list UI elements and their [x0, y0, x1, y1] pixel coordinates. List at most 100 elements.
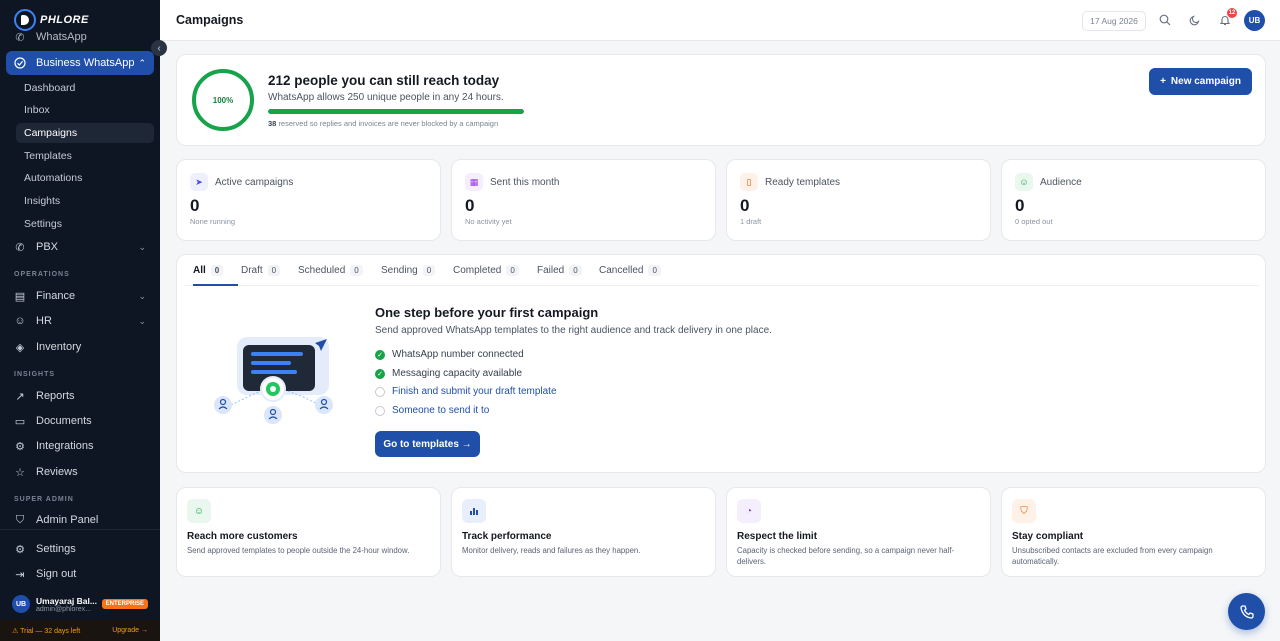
checklist-item-todo[interactable]: Someone to send it to [375, 405, 489, 416]
sidebar-item-business-whatsapp[interactable]: Business WhatsApp ⌃ [6, 51, 154, 75]
plug-icon: ⚙ [15, 440, 25, 453]
stat-value: 0 [190, 196, 200, 215]
calendar-icon: ▦ [465, 173, 483, 191]
tab-count: 0 [350, 265, 363, 276]
tab-scheduled[interactable]: Scheduled 0 [298, 265, 363, 276]
active-tab-indicator [193, 284, 238, 286]
phone-icon: ✆ [15, 241, 25, 254]
sidebar-subitem-insights[interactable]: Insights [16, 191, 154, 211]
tab-label: Completed [453, 265, 502, 276]
send-icon: ➤ [190, 173, 208, 191]
check-icon: ✓ [375, 349, 385, 360]
sidebar-item-sign-out[interactable]: ⇥ Sign out [6, 562, 154, 586]
sign-out-icon: ⇥ [15, 568, 25, 581]
gear-icon: ⚙ [15, 543, 25, 556]
box-icon: ◈ [15, 341, 25, 354]
users-icon: ☺ [14, 315, 26, 327]
folder-icon: ▭ [14, 415, 26, 428]
sidebar-subitem-campaigns[interactable]: Campaigns [16, 123, 154, 143]
top-header: Campaigns 17 Aug 2026 12 UB [160, 0, 1280, 41]
checklist-item-done: ✓ WhatsApp number connected [375, 349, 524, 360]
users-icon: ☺ [187, 499, 211, 523]
bookmark-icon: ▯ [740, 173, 758, 191]
sidebar-item-label: HR [36, 315, 52, 327]
tip-text: Unsubscribed contacts are excluded from … [1012, 546, 1213, 566]
sidebar-subitem-dashboard[interactable]: Dashboard [16, 78, 154, 98]
sidebar-item-inventory[interactable]: ◈ Inventory [6, 335, 154, 359]
chevron-up-icon: ⌃ [138, 57, 146, 68]
collapse-sidebar-button[interactable]: ‹ [151, 40, 167, 56]
user-email: admin@phlorex... [36, 605, 91, 613]
capacity-percent: 100% [212, 95, 234, 105]
search-icon[interactable] [1157, 12, 1173, 28]
date-display[interactable]: 17 Aug 2026 [1082, 11, 1146, 31]
sidebar-item-settings[interactable]: ⚙ Settings [6, 537, 154, 561]
star-icon: ☆ [15, 466, 25, 479]
sidebar-subitem-automations[interactable]: Automations [16, 168, 154, 188]
stat-card-audience: ☺ Audience 0 0 opted out [1001, 159, 1266, 241]
sidebar-item-label: Reports [36, 390, 75, 402]
sidebar-item-pbx[interactable]: ✆ PBX ⌄ [6, 235, 154, 259]
reserved-count: 38 [268, 119, 277, 128]
shield-icon: ⛉ [1012, 499, 1036, 523]
sidebar-item-reviews[interactable]: ☆ Reviews [6, 460, 154, 484]
tab-sending[interactable]: Sending 0 [381, 265, 436, 276]
sidebar-subitem-inbox[interactable]: Inbox [16, 100, 154, 120]
tip-card-reach: ☺ Reach more customers Send approved tem… [176, 487, 441, 577]
bar-chart-icon [462, 499, 486, 523]
section-label-operations: OPERATIONS [14, 271, 70, 278]
moon-icon[interactable] [1187, 12, 1203, 28]
subitem-label: Insights [24, 195, 61, 207]
tab-completed[interactable]: Completed 0 [453, 265, 519, 276]
tab-all[interactable]: All 0 [193, 265, 224, 276]
subitem-label: Settings [24, 218, 62, 230]
sidebar-subitem-templates[interactable]: Templates [16, 146, 154, 166]
sidebar-item-hr[interactable]: ☺ HR ⌄ [6, 309, 154, 333]
stat-sub: 1 draft [740, 217, 762, 226]
sidebar-item-integrations[interactable]: ⚙ Integrations [6, 434, 154, 458]
notification-count-badge: 12 [1227, 8, 1237, 18]
tab-label: Failed [537, 265, 565, 276]
empty-state-subtitle: Send approved WhatsApp templates to the … [375, 325, 772, 336]
sidebar-item-reports[interactable]: ↗ Reports [6, 384, 154, 408]
upgrade-link[interactable]: Upgrade → [112, 627, 148, 634]
capacity-progress-bar [268, 109, 524, 114]
wallet-icon: ▤ [14, 290, 26, 303]
stat-value: 0 [1015, 196, 1025, 215]
trial-banner: ⚠ Trial — 32 days left Upgrade → [0, 620, 160, 641]
avatar[interactable]: UB [1244, 10, 1265, 31]
gauge-icon: ◔ [737, 499, 761, 523]
sidebar: PHLORE ‹ ✆ WhatsApp Business WhatsApp ⌃ … [0, 0, 167, 641]
plan-badge: ENTERPRISE [101, 599, 148, 609]
empty-circle-icon [375, 386, 385, 397]
checklist-item-todo[interactable]: Finish and submit your draft template [375, 386, 557, 397]
tab-failed[interactable]: Failed 0 [537, 265, 582, 276]
subitem-label: Templates [24, 150, 72, 162]
capacity-subtitle: WhatsApp allows 250 unique people in any… [268, 92, 504, 103]
stat-value: 0 [740, 196, 750, 215]
tab-draft[interactable]: Draft 0 [241, 265, 281, 276]
sidebar-item-whatsapp[interactable]: ✆ WhatsApp [6, 27, 154, 47]
sidebar-item-documents[interactable]: ▭ Documents [6, 409, 154, 433]
checklist-label: Messaging capacity available [392, 368, 523, 379]
tab-cancelled[interactable]: Cancelled 0 [599, 265, 661, 276]
check-circle-icon [14, 57, 26, 69]
user-profile[interactable]: UB Umayaraj Bal... admin@phlorex... ENTE… [6, 591, 154, 617]
chevron-down-icon: ⌄ [138, 290, 146, 301]
new-campaign-button[interactable]: + New campaign [1149, 68, 1252, 95]
sidebar-subitem-settings[interactable]: Settings [16, 214, 154, 234]
go-to-templates-button[interactable]: Go to templates → [375, 431, 480, 457]
brand-name: PHLORE [40, 14, 89, 26]
subitem-label: Automations [24, 172, 83, 184]
call-button[interactable] [1228, 593, 1265, 630]
tip-card-track: Track performance Monitor delivery, read… [451, 487, 716, 577]
section-label-super-admin: SUPER ADMIN [14, 496, 74, 503]
stat-label: Active campaigns [215, 177, 294, 188]
stat-label: Audience [1040, 177, 1082, 188]
tip-title: Respect the limit [737, 531, 818, 542]
plus-icon: + [1160, 76, 1166, 87]
sidebar-item-label: Documents [36, 415, 92, 427]
sidebar-item-finance[interactable]: ▤ Finance ⌄ [6, 284, 154, 308]
tab-label: All [193, 265, 206, 276]
tab-label: Draft [241, 265, 263, 276]
